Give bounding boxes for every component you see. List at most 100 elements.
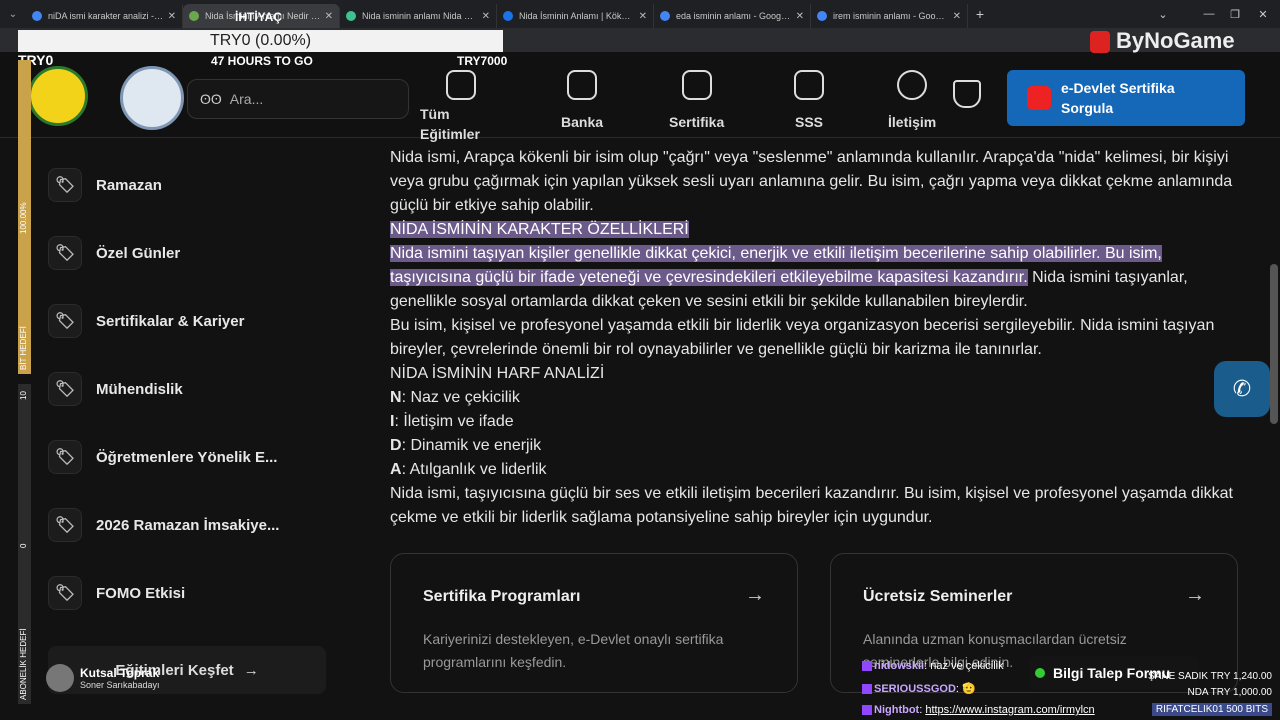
nav-faq[interactable]: SSS xyxy=(794,70,824,130)
twitch-icon xyxy=(862,684,872,695)
tag-icon: 🏷 xyxy=(48,440,82,474)
goal-time-left: 47 HOURS TO GO xyxy=(211,54,313,68)
close-tab-icon[interactable]: ✕ xyxy=(482,11,490,22)
streamer-subtitle: Soner Sarıkabadayı xyxy=(80,680,160,690)
nav-all-trainings[interactable]: Tüm Eğitimler xyxy=(420,70,490,144)
sidebar-item-label: Sertifikalar & Kariyer xyxy=(96,312,245,330)
article-body: Nida ismi, Arapça kökenli bir isim olup … xyxy=(390,146,1240,530)
sem-logo[interactable] xyxy=(120,66,184,130)
browser-tab[interactable]: eda isminin anlamı - Google'da ✕ xyxy=(654,4,811,28)
tag-icon: 🏷 xyxy=(48,168,82,202)
close-tab-icon[interactable]: ✕ xyxy=(953,11,961,22)
online-dot-icon xyxy=(1035,668,1045,678)
goal-title: İHTİYAÇ xyxy=(235,10,282,24)
letter: A xyxy=(390,461,402,478)
close-window-button[interactable]: ✕ xyxy=(1240,0,1280,28)
tag-icon: 🏷 xyxy=(48,372,82,406)
twitch-icon xyxy=(862,661,872,672)
chat-message: Nightbot: https://www.instagram.com/irmy… xyxy=(862,704,1095,716)
letter-row: I: İletişim ve ifade xyxy=(390,410,1240,434)
whatsapp-button[interactable]: ✆ xyxy=(1214,361,1270,417)
arrow-right-icon: → xyxy=(745,584,765,606)
browser-tab[interactable]: Nida isminin anlamı Nida ne de ✕ xyxy=(340,4,497,28)
favicon-icon xyxy=(32,11,42,21)
paragraph-leadership: Bu isim, kişisel ve profesyonel yaşamda … xyxy=(390,317,1215,358)
tab-list-button[interactable]: ⌄ xyxy=(1140,0,1186,28)
sidebar-item-engineering[interactable]: 🏷 Mühendislik xyxy=(48,372,183,406)
chat-text: naz ve çekicilik xyxy=(930,660,1004,672)
sidebar-item-fomo[interactable]: 🏷 FOMO Etkisi xyxy=(48,576,185,610)
edevlet-certificate-button[interactable]: e-Devlet Sertifika Sorgula xyxy=(1007,70,1245,126)
nav-contact[interactable]: İletişim xyxy=(888,70,936,130)
nav-label: Tüm Eğitimler xyxy=(420,106,480,142)
card-description: Kariyerinizi destekleyen, e-Devlet onayl… xyxy=(423,631,724,670)
sub-goal-label: ABONELİK HEDEFİ xyxy=(19,628,28,700)
new-tab-button[interactable]: + xyxy=(968,6,992,22)
bynogame-mark-icon xyxy=(1090,31,1110,54)
letter-row: A: Atılganlık ve liderlik xyxy=(390,458,1240,482)
browser-tab-bar: ⌄ niDA ismi karakter analizi - Goo ✕ Nida … xyxy=(0,0,1280,28)
chat-message: nidowskii: naz ve çekicilik xyxy=(862,660,1004,672)
sidebar-item-ramazan[interactable]: 🏷 Ramazan xyxy=(48,168,162,202)
nav-label: İletişim xyxy=(888,114,937,130)
close-tab-icon[interactable]: ✕ xyxy=(325,11,333,22)
nav-bank[interactable]: Banka xyxy=(561,70,603,130)
search-box[interactable]: ʘʘ Ara... xyxy=(187,79,409,119)
tag-icon: 🏷 xyxy=(48,304,82,338)
browser-tab[interactable]: niDA ismi karakter analizi - Goo ✕ xyxy=(26,4,183,28)
close-tab-icon[interactable]: ✕ xyxy=(639,11,647,22)
tag-icon: 🏷 xyxy=(48,236,82,270)
nav-label: Banka xyxy=(561,114,604,130)
tabs: niDA ismi karakter analizi - Goo ✕ Nida İs… xyxy=(26,0,968,28)
sub-goal-current: 0 xyxy=(19,543,28,548)
whatsapp-icon: ✆ xyxy=(1232,376,1252,401)
letter: D xyxy=(390,437,402,454)
avatar xyxy=(46,664,74,692)
browser-tab[interactable]: Nida İsminin Anlamı | Kökeni | ✕ xyxy=(497,4,654,28)
tab-search-icon[interactable]: ⌄ xyxy=(0,0,26,28)
close-tab-icon[interactable]: ✕ xyxy=(796,11,804,22)
university-logo[interactable] xyxy=(28,66,88,126)
close-tab-icon[interactable]: ✕ xyxy=(168,11,176,22)
search-input[interactable]: Ara... xyxy=(230,91,263,107)
sidebar-item-label: 2026 Ramazan İmsakiye... xyxy=(96,516,280,534)
nav-certificate[interactable]: Sertifika xyxy=(669,70,724,130)
certificate-programs-card[interactable]: Sertifika Programları Kariyerinizi deste… xyxy=(390,553,798,693)
sidebar-item-certificates-career[interactable]: 🏷 Sertifikalar & Kariyer xyxy=(48,304,244,338)
goal-value: TRY0 (0.00%) xyxy=(209,32,312,49)
graduation-cap-icon[interactable] xyxy=(953,80,981,108)
tab-label: irem isminin anlamı - Google'd xyxy=(833,11,949,21)
heading-letters: NİDA İSMİNİN HARF ANALİZİ xyxy=(390,365,605,382)
search-icon: ʘʘ xyxy=(200,91,222,107)
favicon-icon xyxy=(817,11,827,21)
book-icon xyxy=(446,70,476,100)
edevlet-label: e-Devlet Sertifika Sorgula xyxy=(1061,80,1175,116)
donation-entry: NDA TRY 1,000.00 xyxy=(1187,687,1272,698)
sub-goal-target: 10 xyxy=(19,391,28,400)
sidebar-item-teachers[interactable]: 🏷 Öğretmenlere Yönelik E... xyxy=(48,440,277,474)
twitch-icon xyxy=(862,705,872,716)
goal-target: TRY7000 xyxy=(457,54,508,68)
sidebar-item-special-days[interactable]: 🏷 Özel Günler xyxy=(48,236,180,270)
paragraph-character: Nida ismini taşıyan kişiler genellikle d… xyxy=(390,242,1240,314)
chat-user: Nightbot xyxy=(874,704,920,716)
bank-icon xyxy=(567,70,598,100)
sidebar-item-label: Öğretmenlere Yönelik E... xyxy=(96,448,278,466)
sidebar-item-imsakiye[interactable]: 🏷 2026 Ramazan İmsakiye... xyxy=(48,508,279,542)
favicon-icon xyxy=(346,11,356,21)
card-title: Ücretsiz Seminerler xyxy=(863,588,1013,605)
paragraph-summary: Nida ismi, taşıyıcısına güçlü bir ses ve… xyxy=(390,485,1233,526)
tag-icon: 🏷 xyxy=(48,508,82,542)
page-scrollbar[interactable] xyxy=(1270,264,1278,424)
donation-entry: RIFATCELIK01 500 BITS xyxy=(1151,703,1272,716)
donation-entry: ŞANE SADIK TRY 1,240.00 xyxy=(1148,671,1272,682)
heading-character: NİDA İSMİNİN KARAKTER ÖZELLİKLERİ xyxy=(390,221,689,238)
browser-tab[interactable]: irem isminin anlamı - Google'd ✕ xyxy=(811,4,968,28)
nav-label: Sertifika xyxy=(669,114,725,130)
sidebar-item-label: Ramazan xyxy=(96,176,162,194)
favicon-icon xyxy=(503,11,513,21)
letter-meaning: : Dinamik ve enerjik xyxy=(401,437,542,454)
paragraph-origin: Nida ismi, Arapça kökenli bir isim olup … xyxy=(390,149,1233,214)
bits-goal-percent: 100.00% xyxy=(19,202,28,234)
tab-label: eda isminin anlamı - Google'da xyxy=(676,11,792,21)
